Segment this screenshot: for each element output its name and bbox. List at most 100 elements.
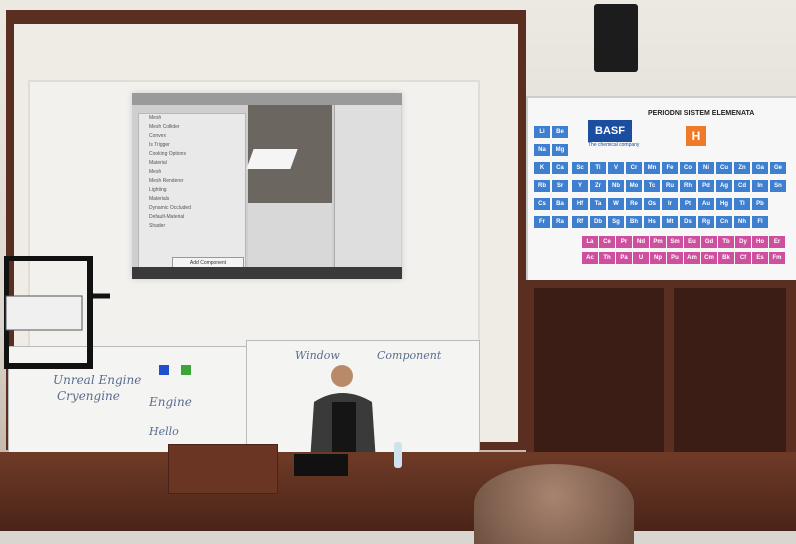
projector-mount-icon <box>3 255 110 369</box>
inspector-row: Shader <box>149 223 166 229</box>
element-cell: Na <box>534 144 550 156</box>
laptop <box>294 454 348 476</box>
element-cell: Re <box>626 198 642 210</box>
element-cell: Np <box>650 252 666 264</box>
element-cell: Er <box>769 236 785 248</box>
ceiling-projector <box>3 255 112 370</box>
element-cell: Cn <box>716 216 732 228</box>
element-cell: Ac <box>582 252 598 264</box>
element-cell: Bk <box>718 252 734 264</box>
element-cell: Dy <box>735 236 751 248</box>
element-cell: Ra <box>552 216 568 228</box>
element-cell: Sc <box>572 162 588 174</box>
element-cell: Eu <box>684 236 700 248</box>
taskbar <box>132 267 402 279</box>
cabinet-door <box>674 288 786 452</box>
poster-title: PERIODNI SISTEM ELEMENATA <box>648 110 755 117</box>
inspector-row: Material <box>149 160 167 166</box>
element-cell: Db <box>590 216 606 228</box>
element-cell: Am <box>684 252 700 264</box>
handwriting-line: Engine <box>149 395 192 409</box>
element-cell: Pr <box>616 236 632 248</box>
element-cell: Ce <box>599 236 615 248</box>
element-cell: Rb <box>534 180 550 192</box>
element-cell: Nh <box>734 216 750 228</box>
element-cell: Zr <box>590 180 606 192</box>
element-cell: Pd <box>698 180 714 192</box>
handwriting-word: Component <box>377 349 442 362</box>
element-cell: Fr <box>534 216 550 228</box>
element-cell: Gd <box>701 236 717 248</box>
handwriting-word: Window <box>295 349 340 362</box>
element-cell: Pm <box>650 236 666 248</box>
element-cell: Th <box>599 252 615 264</box>
element-cell: Rh <box>680 180 696 192</box>
element-cell: Pu <box>667 252 683 264</box>
element-cell: Cs <box>534 198 550 210</box>
inspector-row: Default-Material <box>149 214 185 220</box>
wall-speaker <box>594 4 638 72</box>
inspector-panel: Mesh Mesh Collider Convex Is Trigger Coo… <box>138 113 246 271</box>
lecturer <box>302 362 386 462</box>
element-cell: Be <box>552 126 568 138</box>
element-cell: Ga <box>752 162 768 174</box>
marker-blue <box>159 365 169 375</box>
element-cell: Nd <box>633 236 649 248</box>
element-cell: Ho <box>752 236 768 248</box>
element-cell: Cm <box>701 252 717 264</box>
element-cell: Li <box>534 126 550 138</box>
plane-object <box>246 149 298 169</box>
element-cell: Fe <box>662 162 678 174</box>
element-cell: Tl <box>734 198 750 210</box>
element-cell: Ca <box>552 162 568 174</box>
element-cell: Hf <box>572 198 588 210</box>
lectern <box>168 444 278 494</box>
element-cell: Y <box>572 180 588 192</box>
element-cell: Cf <box>735 252 751 264</box>
element-cell: Tb <box>718 236 734 248</box>
element-cell: Os <box>644 198 660 210</box>
element-cell: Cd <box>734 180 750 192</box>
element-cell: Mo <box>626 180 642 192</box>
handwriting-line: Unreal Engine <box>53 373 142 387</box>
element-cell: Bh <box>626 216 642 228</box>
brand-logo: BASF <box>588 120 632 142</box>
element-cell: Mg <box>552 144 568 156</box>
element-cell: Sm <box>667 236 683 248</box>
inspector-row: Mesh Collider <box>149 124 180 130</box>
element-cell: V <box>608 162 624 174</box>
projected-editor-window: Mesh Mesh Collider Convex Is Trigger Coo… <box>132 93 402 279</box>
properties-panel <box>334 105 401 267</box>
cabinet-door <box>534 288 664 452</box>
element-cell: Ti <box>590 162 606 174</box>
element-cell: U <box>633 252 649 264</box>
element-cell: Fm <box>769 252 785 264</box>
inspector-row: Mesh <box>149 115 162 121</box>
element-cell: W <box>608 198 624 210</box>
hydrogen-highlight: H <box>686 126 706 146</box>
inspector-row: Mesh <box>149 169 162 175</box>
editor-toolbar <box>132 93 402 105</box>
inspector-row: Mesh Renderer <box>149 178 184 184</box>
element-cell: In <box>752 180 768 192</box>
element-cell: Ge <box>770 162 786 174</box>
element-cell: Sg <box>608 216 624 228</box>
element-cell: Ir <box>662 198 678 210</box>
element-cell: Ba <box>552 198 568 210</box>
element-cell: Ag <box>716 180 732 192</box>
periodic-table-poster: BASF The chemical company PERIODNI SISTE… <box>526 96 796 282</box>
element-cell: Fl <box>752 216 768 228</box>
element-cell: Es <box>752 252 768 264</box>
brand-tagline: The chemical company <box>588 142 640 148</box>
element-cell: Sn <box>770 180 786 192</box>
element-cell: Mn <box>644 162 660 174</box>
element-cell: Ni <box>698 162 714 174</box>
element-cell: Co <box>680 162 696 174</box>
element-cell: Nb <box>608 180 624 192</box>
element-cell: Ds <box>680 216 696 228</box>
handwriting-line: Cryengine <box>57 389 120 403</box>
person-icon <box>310 365 376 462</box>
element-cell: Hs <box>644 216 660 228</box>
element-cell: Mt <box>662 216 678 228</box>
element-cell: Tc <box>644 180 660 192</box>
